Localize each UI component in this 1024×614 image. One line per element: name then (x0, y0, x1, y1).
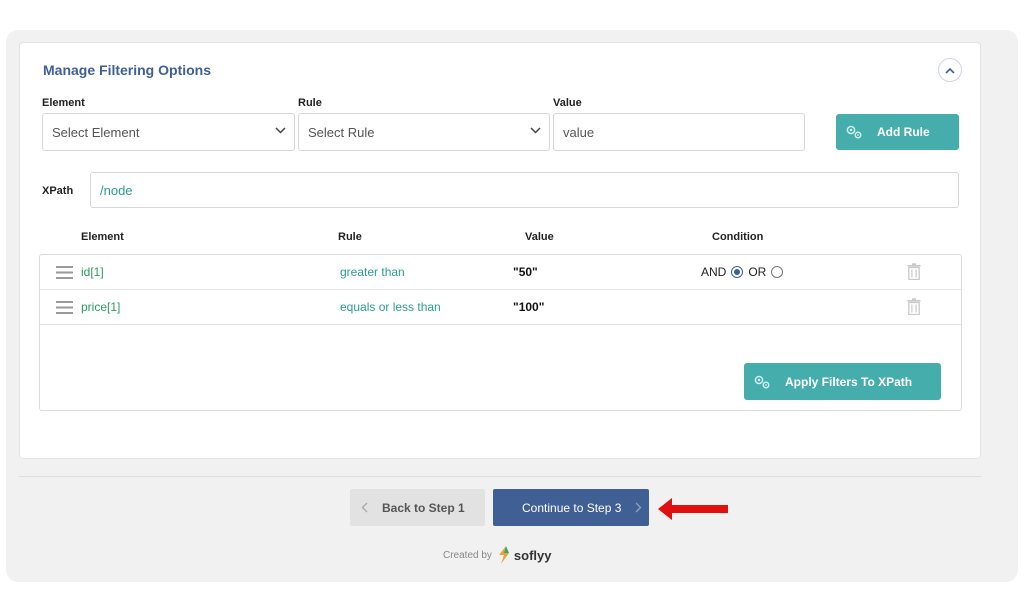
and-radio[interactable] (731, 266, 744, 278)
panel-title: Manage Filtering Options (43, 62, 212, 78)
collapse-button[interactable] (938, 58, 962, 82)
value-label: Value (553, 97, 582, 109)
row-rule: greater than (340, 265, 405, 279)
row-element: price[1] (81, 300, 121, 314)
header-rule: Rule (338, 231, 362, 243)
gears-icon (845, 124, 863, 140)
header-element: Element (81, 231, 124, 243)
element-select-value: Select Element (52, 124, 140, 140)
soflyy-logo-icon (498, 546, 509, 564)
filtering-panel: Manage Filtering Options Element Select … (19, 42, 981, 459)
add-rule-label: Add Rule (877, 125, 930, 139)
filters-table: id[1] greater than "50" AND OR price[1] … (39, 254, 962, 411)
or-label: OR (748, 265, 767, 279)
table-row: id[1] greater than "50" AND OR (40, 255, 961, 290)
drag-handle-icon[interactable] (56, 266, 73, 279)
red-arrow-icon (658, 498, 728, 520)
element-select[interactable]: Select Element (42, 113, 295, 151)
chevron-down-icon (530, 127, 541, 134)
condition-group: AND OR (701, 265, 788, 279)
chevron-down-icon (275, 127, 286, 134)
table-row: price[1] equals or less than "100" (40, 290, 961, 325)
apply-filters-button[interactable]: Apply Filters To XPath (744, 363, 941, 400)
xpath-value: /node (100, 182, 133, 198)
xpath-label: XPath (42, 185, 74, 197)
rule-select[interactable]: Select Rule (298, 113, 550, 151)
continue-label: Continue to Step 3 (522, 500, 622, 515)
xpath-input[interactable]: /node (90, 172, 959, 208)
chevron-left-icon (361, 502, 368, 513)
continue-button[interactable]: Continue to Step 3 (493, 489, 649, 526)
row-element: id[1] (81, 265, 104, 279)
gears-icon (753, 374, 771, 390)
footer-divider (19, 476, 981, 477)
apply-filters-label: Apply Filters To XPath (785, 374, 913, 389)
brand-name: soflyy (513, 547, 552, 563)
trash-icon[interactable] (907, 298, 921, 315)
row-value: "100" (513, 300, 545, 314)
drag-handle-icon[interactable] (56, 301, 73, 314)
add-rule-button[interactable]: Add Rule (836, 114, 959, 150)
and-label: AND (701, 265, 727, 279)
row-rule: equals or less than (340, 300, 441, 314)
or-radio[interactable] (771, 266, 784, 278)
back-label: Back to Step 1 (382, 500, 465, 515)
trash-icon[interactable] (907, 263, 921, 280)
rule-label: Rule (298, 97, 322, 109)
value-input[interactable]: value (553, 113, 805, 151)
value-input-placeholder: value (563, 124, 595, 140)
rule-select-value: Select Rule (308, 124, 375, 140)
header-condition: Condition (712, 231, 764, 243)
row-value: "50" (513, 265, 538, 279)
credit: Created by soflyy (443, 545, 552, 565)
chevron-up-icon (945, 67, 955, 74)
back-button[interactable]: Back to Step 1 (350, 489, 485, 526)
header-value: Value (525, 231, 554, 243)
element-label: Element (42, 97, 85, 109)
chevron-right-icon (635, 502, 642, 513)
created-by: Created by (443, 549, 492, 561)
